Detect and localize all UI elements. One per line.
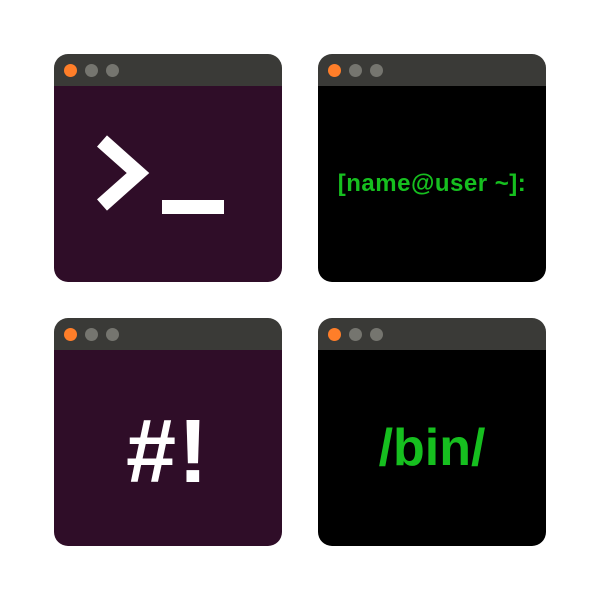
minimize-icon[interactable]: [85, 328, 98, 341]
shebang-text: #!: [126, 407, 210, 497]
terminal-window-prompt: [54, 54, 282, 282]
prompt-glyph: [54, 86, 282, 282]
close-icon[interactable]: [328, 328, 341, 341]
maximize-icon[interactable]: [106, 328, 119, 341]
terminal-window-bin: /bin/: [318, 318, 546, 546]
close-icon[interactable]: [64, 328, 77, 341]
close-icon[interactable]: [64, 64, 77, 77]
cursor-icon: [162, 200, 224, 214]
close-icon[interactable]: [328, 64, 341, 77]
maximize-icon[interactable]: [370, 328, 383, 341]
maximize-icon[interactable]: [370, 64, 383, 77]
terminal-content: #!: [54, 350, 282, 546]
bin-path-text: /bin/: [379, 418, 486, 478]
terminal-window-userhost: [name@user ~]:: [318, 54, 546, 282]
titlebar: [318, 318, 546, 350]
titlebar: [318, 54, 546, 86]
titlebar: [54, 54, 282, 86]
chevron-right-icon: [94, 133, 154, 213]
minimize-icon[interactable]: [349, 328, 362, 341]
minimize-icon[interactable]: [349, 64, 362, 77]
terminal-content: [name@user ~]:: [318, 86, 546, 282]
terminal-window-shebang: #!: [54, 318, 282, 546]
minimize-icon[interactable]: [85, 64, 98, 77]
maximize-icon[interactable]: [106, 64, 119, 77]
terminal-content: [54, 86, 282, 282]
terminal-content: /bin/: [318, 350, 546, 546]
titlebar: [54, 318, 282, 350]
terminal-prompt-text: [name@user ~]:: [338, 170, 526, 198]
